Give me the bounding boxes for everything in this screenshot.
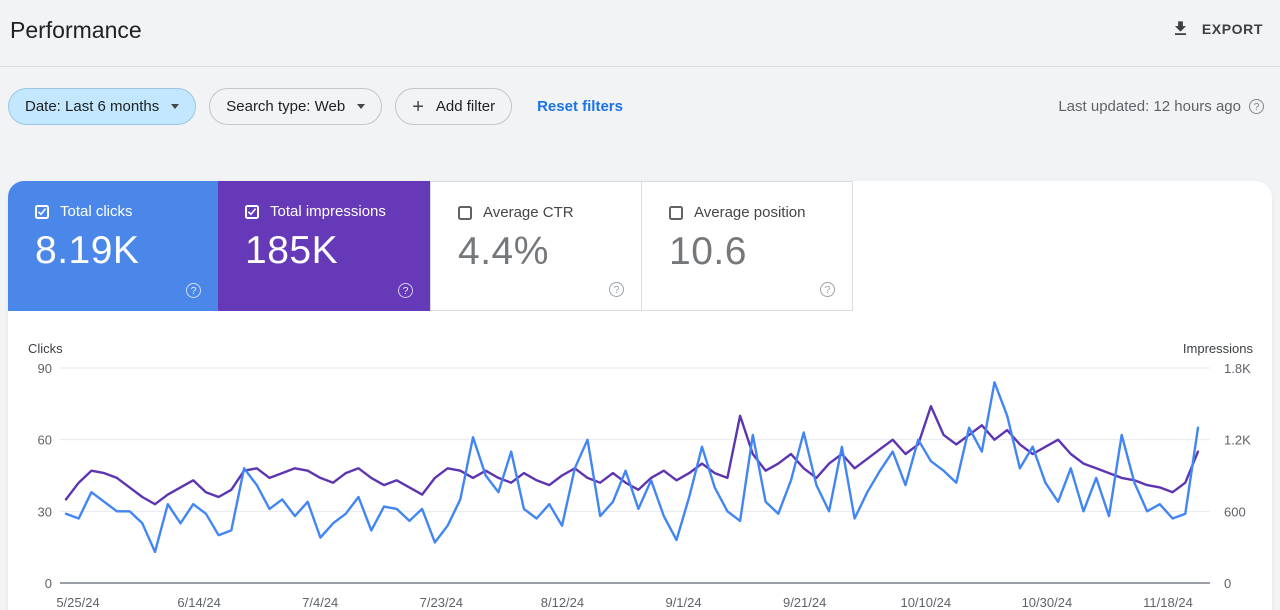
svg-text:1.2K: 1.2K <box>1224 433 1251 448</box>
metric-value: 8.19K <box>35 229 140 272</box>
reset-filters-link[interactable]: Reset filters <box>537 98 623 115</box>
metric-cards-row: Total clicks 8.19K ? Total impressions 1… <box>8 181 1272 311</box>
svg-text:11/18/24: 11/18/24 <box>1143 595 1193 610</box>
header-divider <box>0 66 1280 67</box>
svg-text:90: 90 <box>38 361 52 376</box>
last-updated-text: Last updated: 12 hours ago <box>1058 98 1241 115</box>
metric-label: Total clicks <box>60 203 133 220</box>
checkbox-unchecked-icon[interactable] <box>669 205 683 220</box>
date-filter-chip[interactable]: Date: Last 6 months <box>8 88 197 125</box>
svg-text:Impressions: Impressions <box>1183 341 1254 356</box>
chevron-down-icon <box>357 104 366 109</box>
svg-text:0: 0 <box>45 576 52 591</box>
metric-value: 4.4% <box>458 230 549 273</box>
help-icon[interactable]: ? <box>1249 99 1264 114</box>
add-filter-button[interactable]: + Add filter <box>395 88 513 125</box>
last-updated: Last updated: 12 hours ago ? <box>1058 88 1264 125</box>
checkbox-checked-icon[interactable] <box>35 204 49 219</box>
svg-text:7/4/24: 7/4/24 <box>302 595 338 610</box>
search-type-filter-chip[interactable]: Search type: Web <box>209 88 383 125</box>
chevron-down-icon <box>171 104 180 109</box>
svg-text:60: 60 <box>38 433 52 448</box>
svg-text:Clicks: Clicks <box>28 341 63 356</box>
search-type-label: Search type: Web <box>226 98 346 115</box>
metric-label: Average position <box>694 204 806 221</box>
performance-page: Performance EXPORT Date: Last 6 months S… <box>0 0 1280 610</box>
metric-value: 185K <box>245 229 339 272</box>
svg-text:0: 0 <box>1224 576 1231 591</box>
metric-value: 10.6 <box>669 230 747 273</box>
page-title: Performance <box>10 17 142 43</box>
svg-text:5/25/24: 5/25/24 <box>56 595 99 610</box>
add-filter-label: Add filter <box>435 98 496 115</box>
svg-text:1.8K: 1.8K <box>1224 361 1251 376</box>
help-icon[interactable]: ? <box>186 283 201 298</box>
export-button[interactable]: EXPORT <box>1171 19 1263 38</box>
date-filter-label: Date: Last 6 months <box>25 98 160 115</box>
svg-text:9/21/24: 9/21/24 <box>783 595 826 610</box>
metric-card-total-impressions[interactable]: Total impressions 185K ? <box>218 181 430 311</box>
metric-card-average-ctr[interactable]: Average CTR 4.4% ? <box>430 181 642 311</box>
download-icon <box>1174 21 1186 35</box>
metric-card-average-position[interactable]: Average position 10.6 ? <box>641 181 853 311</box>
performance-panel: Total clicks 8.19K ? Total impressions 1… <box>8 181 1272 610</box>
plus-icon: + <box>412 95 424 118</box>
svg-text:600: 600 <box>1224 504 1246 519</box>
help-icon[interactable]: ? <box>609 282 624 297</box>
help-icon[interactable]: ? <box>398 283 413 298</box>
filter-bar: Date: Last 6 months Search type: Web + A… <box>8 88 623 125</box>
metric-card-total-clicks[interactable]: Total clicks 8.19K ? <box>8 181 218 311</box>
svg-text:10/30/24: 10/30/24 <box>1022 595 1073 610</box>
clicks-impressions-chart[interactable]: 0 0 30 600 60 1.2K 90 1.8K Clicks Impressions 5/25… <box>8 330 1272 610</box>
svg-text:30: 30 <box>38 504 52 519</box>
metric-label: Average CTR <box>483 204 574 221</box>
svg-text:6/14/24: 6/14/24 <box>177 595 220 610</box>
checkbox-checked-icon[interactable] <box>245 204 259 219</box>
help-icon[interactable]: ? <box>820 282 835 297</box>
metric-label: Total impressions <box>270 203 386 220</box>
svg-text:7/23/24: 7/23/24 <box>420 595 463 610</box>
svg-text:9/1/24: 9/1/24 <box>665 595 701 610</box>
svg-text:8/12/24: 8/12/24 <box>541 595 584 610</box>
export-label: EXPORT <box>1201 20 1263 37</box>
checkbox-unchecked-icon[interactable] <box>458 205 472 220</box>
svg-text:10/10/24: 10/10/24 <box>900 595 951 610</box>
